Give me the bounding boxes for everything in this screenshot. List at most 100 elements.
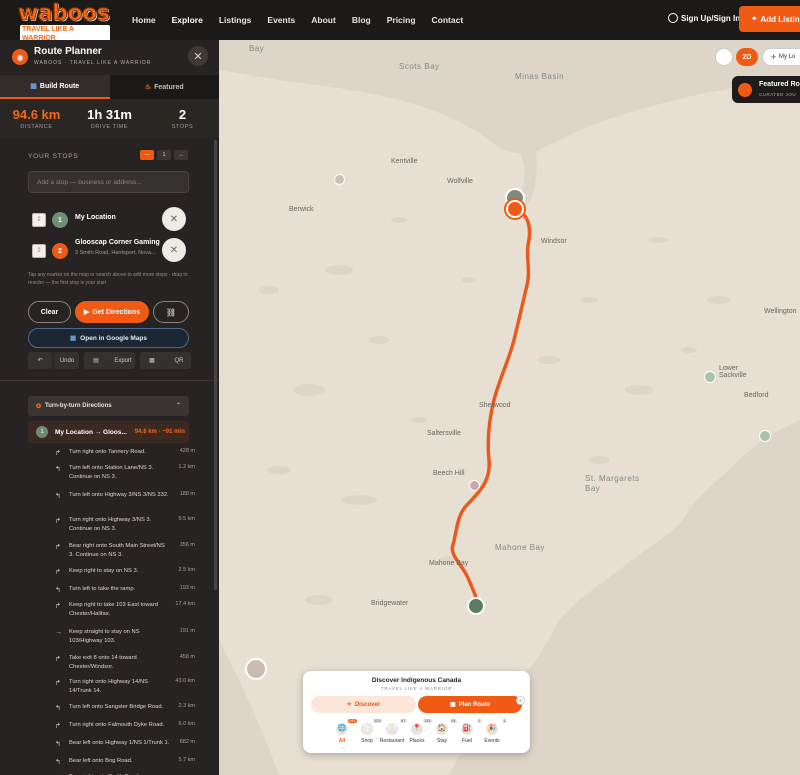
get-directions-button[interactable]: ▶ Get Directions (75, 301, 149, 323)
drag-handle-icon[interactable]: ⁞⁞ (32, 244, 46, 258)
qr-button[interactable]: ▦ QR (140, 352, 191, 369)
remove-stop-button[interactable]: ✕ (162, 207, 186, 231)
stat-value: 2 (178, 107, 187, 122)
reverse-stops-button[interactable]: ↔ (174, 150, 188, 160)
water-label-mahone-bay: Mahone Bay (495, 543, 545, 552)
nav-link-home[interactable]: Home (132, 15, 156, 25)
your-stops-heading: YOUR STOPS (28, 153, 79, 160)
google-maps-label: Open in Google Maps (80, 334, 147, 342)
place-label-bridgewater: Bridgewater (371, 600, 409, 607)
stat-stops: 2 STOPS (146, 100, 219, 138)
leg-number: 1 (36, 426, 48, 438)
party-icon: 🎉 (486, 723, 498, 735)
nav-link-blog[interactable]: Blog (352, 15, 371, 25)
map-canvas[interactable]: Bay Scots Bay Minas Basin St. Margarets … (219, 40, 800, 775)
step-instruction: Take exit 8 onto 14 toward Chester/Winds… (69, 655, 137, 670)
directions-accordion-header[interactable]: ✪ Turn-by-turn Directions ⌃ (28, 396, 189, 416)
nav-link-pricing[interactable]: Pricing (387, 15, 416, 25)
shopping-bag-icon: 🛍 (361, 723, 373, 735)
link-icon: ⛓ (165, 307, 177, 317)
plan-route-tab-button[interactable]: ▦ Plan Route (418, 696, 522, 713)
step-distance: 2.5 km (178, 567, 195, 573)
category-shop[interactable]: 🛍 123 Shop (358, 719, 382, 749)
nav-link-explore[interactable]: Explore (172, 15, 203, 25)
turn-arrow-icon: ↱ (55, 723, 61, 730)
category-events[interactable]: 🎉 1 Events (483, 719, 507, 749)
fuel-icon: ⛽ (461, 723, 473, 735)
step-distance: 356 m (179, 542, 195, 548)
sidebar-scrollbar[interactable] (214, 140, 217, 590)
step-distance: 5.7 km (178, 757, 195, 763)
poi-marker[interactable] (469, 480, 480, 491)
stop-count-button[interactable]: 1 (157, 150, 171, 160)
stat-distance: 94.6 km DISTANCE (0, 100, 73, 138)
category-count: 24 (449, 719, 457, 723)
signin-button[interactable]: Sign Up/Sign In (668, 13, 740, 23)
step-instruction: Bear right onto South Main Street/NS 3. … (69, 543, 165, 558)
tab-label: Build Route (39, 82, 80, 90)
my-location-button[interactable]: ✛ My Lo (762, 48, 800, 66)
nav-link-events[interactable]: Events (267, 15, 295, 25)
step-distance: 43.0 km (175, 678, 195, 684)
tab-build-route[interactable]: ▦ Build Route (0, 75, 110, 99)
poi-marker[interactable] (334, 174, 345, 185)
remove-stop-button[interactable]: ✕ (162, 238, 186, 262)
category-stay[interactable]: 🏠 24 Stay (433, 719, 457, 749)
map-2d-toggle[interactable]: 2D (736, 48, 758, 66)
close-icon[interactable]: ✕ (188, 46, 208, 66)
waboos-logo[interactable]: waboos TRAVEL LIKE A WARRIOR (18, 2, 110, 43)
start-location-marker[interactable] (467, 597, 485, 615)
nav-link-listings[interactable]: Listings (219, 15, 252, 25)
poi-marker[interactable] (245, 658, 267, 680)
category-fuel[interactable]: ⛽ 1 Fuel (458, 719, 482, 749)
crosshair-icon: ✛ (771, 54, 777, 61)
stop-item[interactable]: ⁞⁞ 1 My Location ✕ (28, 205, 189, 235)
qr-label: QR (167, 352, 191, 369)
stat-value: 1h 31m (87, 107, 132, 122)
water-label-st-margarets-bay: St. Margarets Bay (585, 474, 640, 493)
nav-link-contact[interactable]: Contact (432, 15, 464, 25)
step-distance: 193 m (179, 585, 195, 591)
destination-marker[interactable] (506, 200, 524, 218)
step-instruction: Turn right onto Tannery Road. (69, 449, 146, 455)
clear-button[interactable]: Clear (28, 301, 71, 323)
category-restaurant[interactable]: 🍽 87 Restaurant (380, 719, 407, 749)
share-link-button[interactable]: ⛓ (153, 301, 189, 323)
turn-arrow-icon: ↱ (55, 680, 61, 687)
leg-meta: 94.6 km · ~91 min (134, 429, 185, 435)
export-button[interactable]: ▤ Export (84, 352, 135, 369)
compass-icon: ✪ (36, 403, 42, 410)
tab-featured[interactable]: ♨ Featured (109, 75, 219, 99)
discover-title: Discover Indigenous Canada (371, 677, 462, 684)
category-all[interactable]: 🌐 443 All (333, 719, 357, 749)
add-listing-label: Add Listing (760, 14, 800, 24)
sidebar-header: ◉ Route Planner WABOOS · TRAVEL LIKE A W… (0, 40, 219, 74)
step-distance: 188 m (179, 491, 195, 497)
step-instruction: Keep right to stay on NS 3. (69, 568, 139, 574)
stop-item[interactable]: ⁞⁞ 2 Glooscap Corner Gaming 3 Smith Road… (28, 236, 189, 266)
drag-handle-icon[interactable]: ⁞⁞ (32, 213, 46, 227)
map-style-button[interactable] (715, 48, 733, 66)
undo-button[interactable]: ↶ Undo (28, 352, 79, 369)
stat-drive-time: 1h 31m DRIVE TIME (73, 100, 146, 138)
play-icon: ▶ (83, 309, 90, 316)
step-distance: 191 m (179, 628, 195, 634)
place-label-kentville: Kentville (391, 158, 418, 165)
add-listing-button[interactable]: ⌖ Add Listing (739, 6, 800, 32)
category-places[interactable]: 📍 133 Places (408, 719, 432, 749)
fork-knife-icon: 🍽 (386, 723, 398, 735)
location-pin-icon: ⌖ (752, 14, 757, 23)
featured-routes-card[interactable]: Featured Ro CURATED JOU (732, 76, 800, 103)
place-label-windsor: Windsor (541, 238, 567, 245)
nav-link-about[interactable]: About (311, 15, 336, 25)
collapse-stops-button[interactable]: — (140, 150, 154, 160)
turn-arrow-icon: ↰ (55, 587, 61, 594)
park-marker[interactable] (704, 371, 716, 383)
place-label-saltersville: Saltersville (427, 430, 461, 437)
stop-name: My Location (75, 214, 116, 221)
route-leg-header[interactable]: 1 My Location → Gloos... 94.6 km · ~91 m… (28, 421, 189, 443)
open-google-maps-button[interactable]: ▦ Open in Google Maps (28, 328, 189, 348)
add-stop-input[interactable]: Add a stop — business or address... (28, 171, 189, 193)
discover-tab-button[interactable]: ✧ Discover (311, 696, 416, 713)
park-marker[interactable] (759, 430, 771, 442)
